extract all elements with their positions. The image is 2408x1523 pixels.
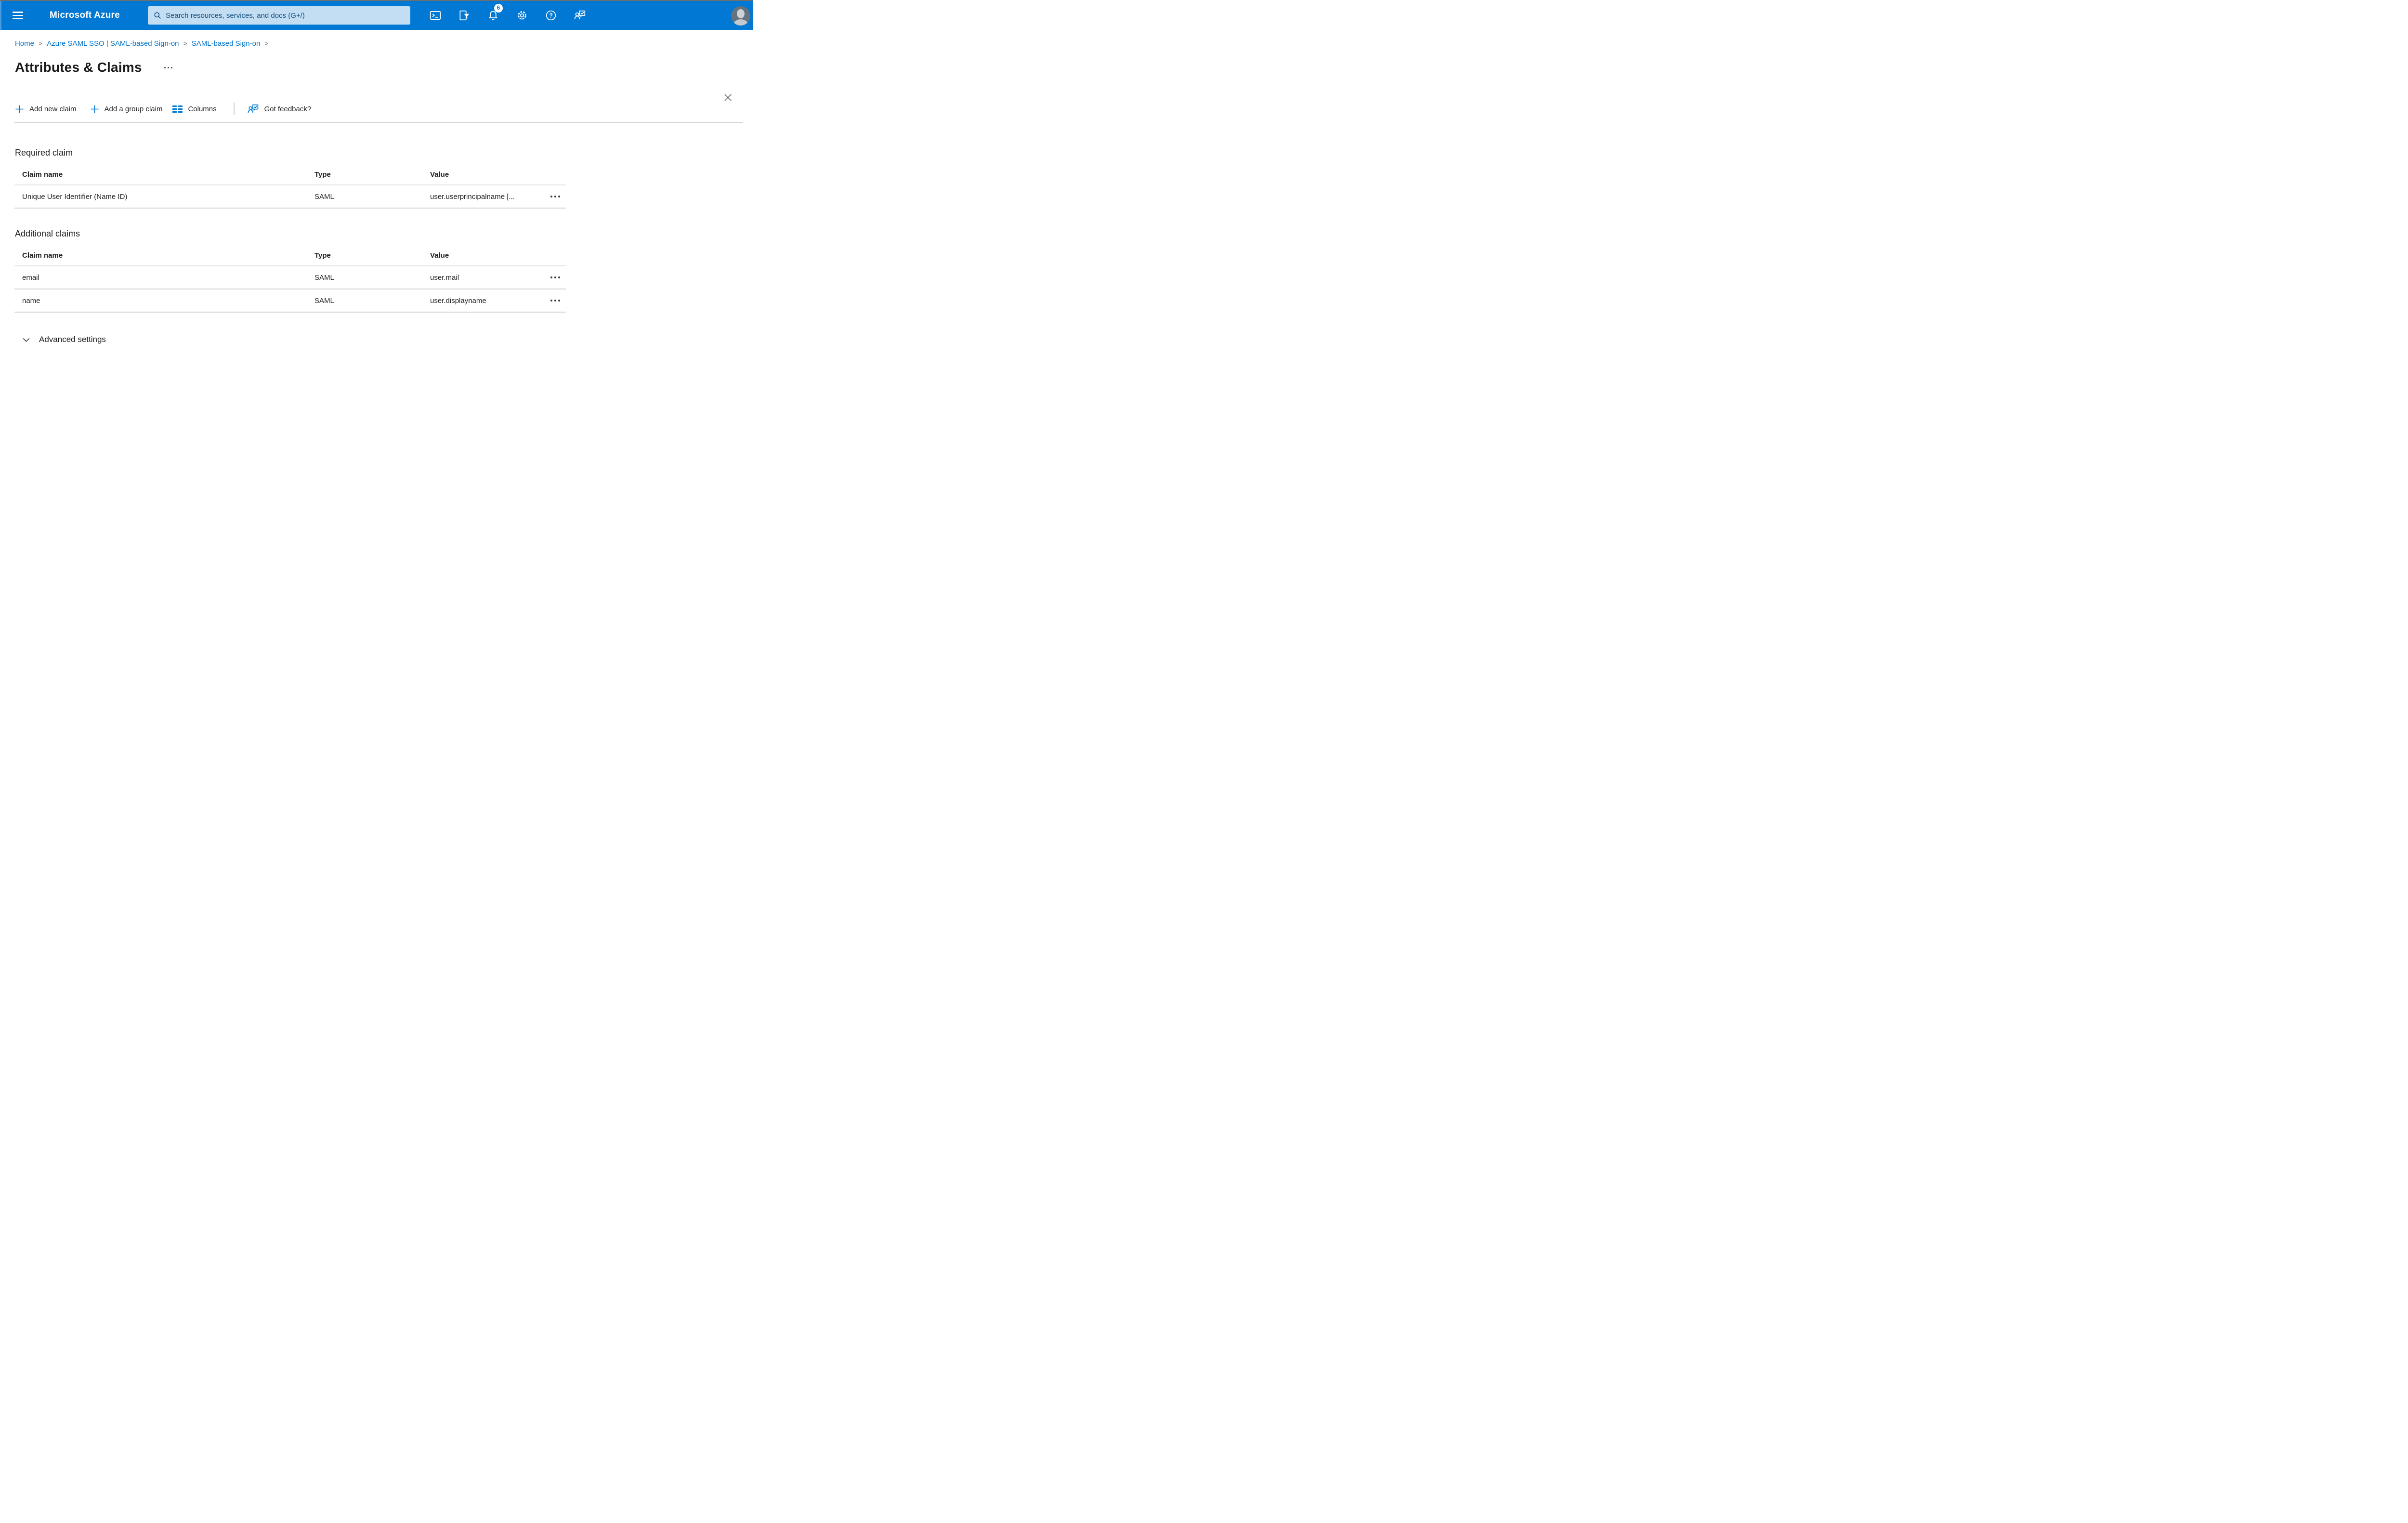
close-icon [724, 93, 732, 101]
close-button[interactable] [720, 91, 735, 104]
page-title: Attributes & Claims [15, 60, 142, 75]
column-header-value: Value [430, 170, 449, 179]
breadcrumb: Home > Azure SAML SSO | SAML-based Sign-… [15, 39, 753, 49]
more-menu-icon[interactable] [163, 64, 173, 71]
global-search-box[interactable] [148, 6, 410, 25]
claim-type-cell: SAML [314, 192, 334, 201]
got-feedback-button[interactable]: Got feedback? [247, 103, 312, 115]
avatar-head [737, 9, 745, 18]
add-new-claim-label: Add new claim [29, 105, 77, 113]
add-new-claim-button[interactable]: Add new claim [15, 105, 77, 114]
breadcrumb-separator: > [264, 39, 269, 47]
column-header-value: Value [430, 251, 449, 260]
avatar-body [733, 19, 748, 26]
command-bar: Add new claim Add a group claim Columns [15, 102, 753, 116]
topbar-actions: 6 ? [421, 1, 594, 30]
search-input[interactable] [166, 11, 405, 20]
settings-button[interactable] [508, 1, 537, 30]
feedback-button[interactable] [565, 1, 594, 30]
column-header-type: Type [314, 170, 331, 179]
window-top-edge [0, 0, 753, 1]
table-row[interactable]: Unique User Identifier (Name ID) SAML us… [14, 185, 566, 209]
claim-value-cell: user.mail [430, 273, 459, 282]
add-group-claim-label: Add a group claim [104, 105, 163, 113]
column-header-claim-name: Claim name [22, 170, 63, 179]
required-claim-table: Claim name Type Value Unique User Identi… [14, 164, 566, 209]
topbar-left-sheen [0, 1, 1, 30]
column-header-claim-name: Claim name [22, 251, 63, 260]
feedback-icon [574, 10, 586, 20]
title-row: Attributes & Claims [15, 59, 753, 76]
ellipsis-icon [550, 276, 560, 278]
chevron-down-icon [23, 338, 30, 342]
avatar[interactable] [731, 6, 750, 26]
ellipsis-icon [550, 300, 560, 302]
breadcrumb-separator: > [183, 39, 187, 47]
feedback-icon [248, 104, 258, 113]
claim-value-cell: user.displayname [430, 296, 486, 305]
directory-filter-icon [459, 10, 470, 21]
advanced-settings-toggle[interactable]: Advanced settings [22, 335, 106, 344]
svg-text:?: ? [549, 12, 553, 19]
top-bar: Microsoft Azure Search resources, servic… [0, 1, 753, 30]
command-bar-divider [14, 122, 743, 123]
columns-label: Columns [188, 105, 217, 113]
content-pane: Home > Azure SAML SSO | SAML-based Sign-… [0, 30, 753, 381]
row-menu-button[interactable] [545, 266, 566, 289]
toolbar-divider [233, 103, 235, 115]
table-header-row: Claim name Type Value [14, 245, 566, 266]
claim-value-cell: user.userprincipalname [... [430, 192, 515, 201]
claim-type-cell: SAML [314, 273, 334, 282]
table-row[interactable]: name SAML user.displayname [14, 289, 566, 313]
row-menu-button[interactable] [545, 289, 566, 312]
additional-claims-heading: Additional claims [15, 229, 80, 238]
claim-name-cell: email [22, 273, 39, 282]
table-header-row: Claim name Type Value [14, 164, 566, 185]
column-header-type: Type [314, 251, 331, 260]
breadcrumb-home[interactable]: Home [15, 39, 34, 49]
brand-title[interactable]: Microsoft Azure [50, 1, 120, 30]
breadcrumb-saml-signon[interactable]: SAML-based Sign-on [192, 39, 261, 49]
plus-icon [15, 105, 24, 113]
plus-icon [91, 105, 99, 113]
claim-name-cell: Unique User Identifier (Name ID) [22, 192, 128, 201]
additional-claims-table: Claim name Type Value email SAML user.ma… [14, 245, 566, 313]
settings-gear-icon [518, 11, 526, 20]
columns-icon [172, 105, 183, 113]
azure-portal-window: Microsoft Azure Search resources, servic… [0, 0, 753, 381]
breadcrumb-saml-sso[interactable]: Azure SAML SSO | SAML-based Sign-on [47, 39, 179, 49]
claim-type-cell: SAML [314, 296, 334, 305]
got-feedback-label: Got feedback? [264, 105, 312, 113]
search-icon [154, 12, 161, 19]
row-menu-button[interactable] [545, 185, 566, 208]
help-button[interactable]: ? [537, 1, 565, 30]
required-claim-heading: Required claim [15, 148, 73, 158]
help-icon: ? [546, 10, 556, 21]
columns-button[interactable]: Columns [172, 105, 217, 113]
hamburger-menu-icon[interactable] [13, 1, 24, 30]
cloud-shell-button[interactable] [421, 1, 450, 30]
cloud-shell-icon [430, 11, 441, 20]
notification-badge: 6 [494, 4, 503, 13]
notifications-button[interactable]: 6 [479, 1, 508, 30]
directory-filter-button[interactable] [450, 1, 479, 30]
ellipsis-icon [550, 196, 560, 197]
add-group-claim-button[interactable]: Add a group claim [90, 105, 163, 114]
table-row[interactable]: email SAML user.mail [14, 266, 566, 289]
advanced-settings-label: Advanced settings [39, 335, 106, 344]
claim-name-cell: name [22, 296, 40, 305]
breadcrumb-separator: > [39, 39, 43, 47]
